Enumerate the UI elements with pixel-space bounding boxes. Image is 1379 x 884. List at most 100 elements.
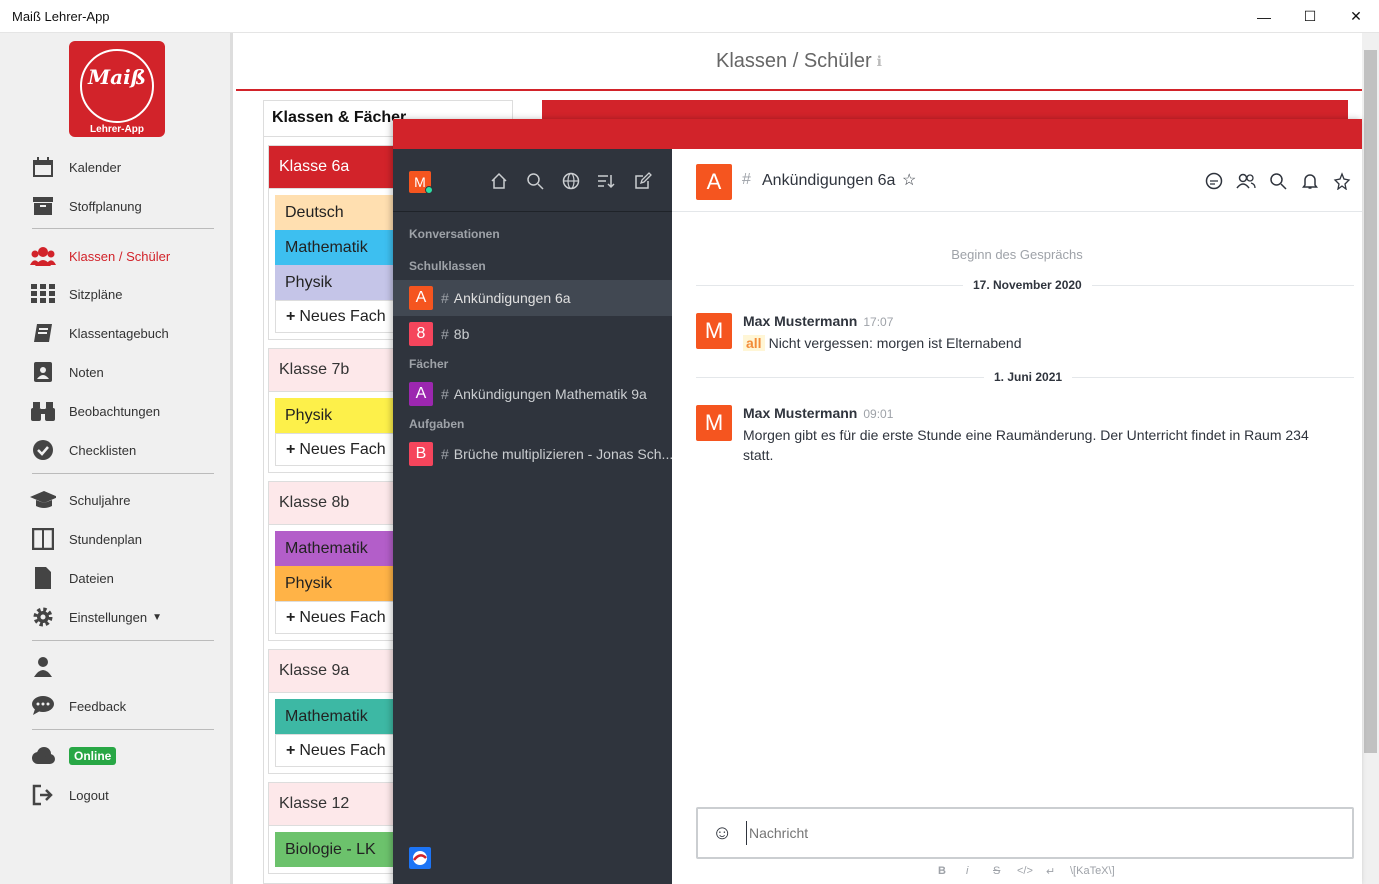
plus-icon: + [286, 741, 296, 759]
enter-button[interactable]: ↵ [1046, 865, 1055, 878]
message-time: 09:01 [863, 407, 894, 421]
users-icon [30, 245, 56, 267]
message-text: Morgen gibt es für die erste Stunde eine… [743, 427, 1309, 463]
cloud-icon [30, 745, 56, 767]
emoji-icon[interactable]: ☺ [712, 822, 732, 845]
user-icon [30, 656, 56, 678]
star-icon[interactable]: ☆ [902, 170, 916, 190]
plus-icon: + [286, 307, 296, 325]
room-item[interactable]: A # Ankündigungen 6a [393, 280, 672, 316]
nav-einstellungen[interactable]: Einstellungen ▼ [30, 602, 220, 632]
section-header-bar [542, 100, 1348, 120]
nav-kalender[interactable]: Kalender [30, 152, 220, 182]
room-avatar: 8 [409, 322, 433, 346]
plus-icon: + [286, 440, 296, 458]
katex-button[interactable]: \[KaTeX\] [1070, 865, 1115, 877]
bold-button[interactable]: B [938, 865, 946, 877]
message-author[interactable]: Max Mustermann [743, 405, 857, 421]
sign-out-icon [30, 784, 56, 806]
minimize-button[interactable]: — [1241, 0, 1287, 33]
nav-stoffplanung[interactable]: Stoffplanung [30, 191, 220, 221]
grid-icon [30, 283, 56, 305]
nav-klassentagebuch[interactable]: Klassentagebuch [30, 318, 220, 348]
binoculars-icon [30, 400, 56, 422]
search-icon[interactable] [525, 171, 545, 191]
chat-main: A # Ankündigungen 6a ☆ Beginn des Gesprä… [672, 149, 1362, 884]
chat-sidebar: M Konversationen Schulklassen A # Ankündi… [393, 149, 672, 884]
columns-icon [30, 528, 56, 550]
edit-icon[interactable] [633, 171, 653, 191]
nav-logout[interactable]: Logout [30, 780, 220, 810]
calendar-icon [30, 156, 56, 178]
section-faecher: Fächer [409, 357, 449, 371]
archive-icon [30, 195, 56, 217]
hash-icon: # [742, 171, 751, 188]
italic-button[interactable]: i [966, 865, 968, 877]
window-titlebar: Maiß Lehrer-App — ☐ ✕ [0, 0, 1379, 33]
bell-icon[interactable] [1300, 171, 1320, 191]
sidebar: Maiß Lehrer-App Kalender Stoffplanung Kl… [0, 33, 233, 884]
page-title: Klassen / Schüler [716, 49, 872, 72]
mention-badge[interactable]: all [743, 335, 765, 351]
room-title: Ankündigungen 6a [762, 172, 896, 189]
nav-noten[interactable]: Noten [30, 357, 220, 387]
room-avatar: A [409, 382, 433, 406]
room-item[interactable]: B # Brüche multiplizieren - Jonas Sch... [393, 436, 672, 472]
maximize-button[interactable]: ☐ [1287, 0, 1333, 33]
hash-icon: # [441, 386, 449, 402]
nav-sitzplaene[interactable]: Sitzpläne [30, 279, 220, 309]
nav-dateien[interactable]: Dateien [30, 563, 220, 593]
hash-icon: # [441, 326, 449, 342]
nav-klassen[interactable]: Klassen / Schüler [30, 241, 220, 271]
room-header: A # Ankündigungen 6a ☆ [672, 149, 1362, 212]
date-divider: 1. Juni 2021 [984, 370, 1073, 384]
close-button[interactable]: ✕ [1333, 0, 1379, 33]
nav-schuljahre[interactable]: Schuljahre [30, 485, 220, 515]
scrollbar-thumb[interactable] [1364, 50, 1377, 753]
nav-beobachtungen[interactable]: Beobachtungen [30, 396, 220, 426]
caret-down-icon: ▼ [152, 611, 162, 623]
members-icon[interactable] [1236, 171, 1256, 191]
comment-icon [30, 695, 56, 717]
file-icon [30, 567, 56, 589]
nav-stundenplan[interactable]: Stundenplan [30, 524, 220, 554]
graduation-cap-icon [30, 489, 56, 511]
message-input[interactable] [746, 821, 1336, 845]
sort-icon[interactable] [596, 171, 616, 191]
room-item[interactable]: A # Ankündigungen Mathematik 9a [393, 376, 672, 412]
nav-checklisten[interactable]: Checklisten [30, 435, 220, 465]
hash-icon: # [441, 446, 449, 462]
code-button[interactable]: </> [1017, 865, 1033, 877]
plus-icon: + [286, 608, 296, 626]
strike-button[interactable]: S [993, 865, 1000, 877]
room-item[interactable]: 8 #8b [393, 316, 672, 352]
check-circle-icon [30, 439, 56, 461]
window-title: Maiß Lehrer-App [12, 9, 110, 24]
app-logo: Maiß Lehrer-App [69, 41, 165, 137]
gear-icon [30, 606, 56, 628]
home-icon[interactable] [489, 171, 509, 191]
kebab-icon[interactable] [1332, 171, 1352, 191]
message-time: 17:07 [863, 315, 894, 329]
nav-profile[interactable] [30, 652, 220, 682]
section-conversations: Konversationen [409, 227, 500, 241]
workspace-logo-icon[interactable] [409, 847, 431, 869]
info-icon[interactable]: ℹ [877, 53, 882, 70]
search-messages-icon[interactable] [1268, 171, 1288, 191]
hash-icon: # [441, 290, 449, 306]
message-author[interactable]: Max Mustermann [743, 313, 857, 329]
nav-feedback[interactable]: Feedback [30, 691, 220, 721]
message-avatar[interactable]: M [696, 313, 732, 349]
status-dot [425, 186, 433, 194]
directory-icon[interactable] [561, 171, 581, 191]
room-avatar: A [409, 286, 433, 310]
threads-icon[interactable] [1204, 171, 1224, 191]
message-avatar[interactable]: M [696, 405, 732, 441]
chat-window-topbar [393, 119, 1362, 149]
main-scrollbar[interactable] [1362, 33, 1379, 884]
nav-online-status: Online [30, 741, 220, 771]
chat-window: M Konversationen Schulklassen A # Ankündi… [393, 119, 1362, 884]
room-header-avatar: A [696, 164, 732, 200]
page-header: Klassen / Schüler ℹ [236, 33, 1362, 91]
section-schulklassen: Schulklassen [409, 259, 486, 273]
